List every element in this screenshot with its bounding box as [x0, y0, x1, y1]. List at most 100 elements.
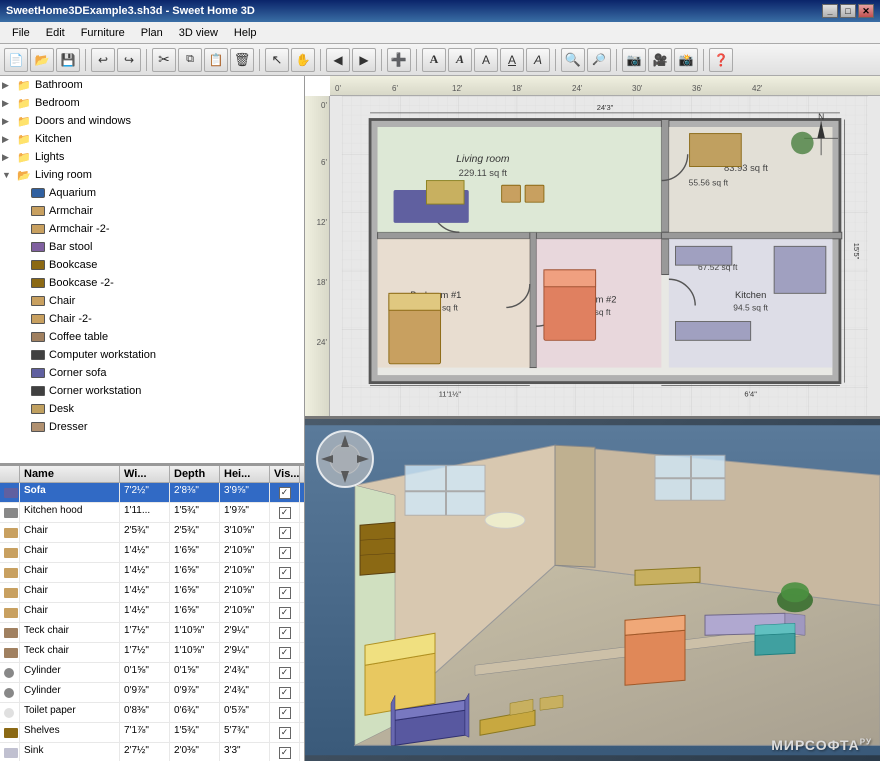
tree-item-computerws[interactable]: Computer workstation	[0, 346, 304, 364]
minimize-button[interactable]: _	[822, 4, 838, 18]
expand-icon[interactable]: ▶	[2, 116, 16, 127]
add-furniture-button[interactable]: ➕	[387, 48, 411, 72]
table-row[interactable]: Teck chair 1'7½" 1'10⅝" 2'9¼"	[0, 623, 304, 643]
text-button5[interactable]: A	[526, 48, 550, 72]
undo-button[interactable]: ↩	[91, 48, 115, 72]
window-controls[interactable]: _ □ ✕	[822, 4, 874, 18]
table-row[interactable]: Teck chair 1'7½" 1'10⅝" 2'9¼"	[0, 643, 304, 663]
furniture-table-body[interactable]: Sofa 7'2½" 2'8⅜" 3'9⅝" Kitchen hood 1'11…	[0, 483, 304, 761]
photo-button[interactable]: 🎥	[648, 48, 672, 72]
row-visible[interactable]	[270, 743, 300, 761]
table-row[interactable]: Chair 2'5¾" 2'5¾" 3'10⅝"	[0, 523, 304, 543]
zoom-out-button[interactable]: 🔎	[587, 48, 611, 72]
tree-category-livingroom[interactable]: ▼ 📂 Living room	[0, 166, 304, 184]
copy-button[interactable]: ⧉	[178, 48, 202, 72]
close-button[interactable]: ✕	[858, 4, 874, 18]
tree-category-doors[interactable]: ▶ 📁 Doors and windows	[0, 112, 304, 130]
table-row[interactable]: Cylinder 0'9⅞" 0'9⅞" 2'4¾"	[0, 683, 304, 703]
cut-button[interactable]: ✂	[152, 48, 176, 72]
row-visible[interactable]	[270, 523, 300, 542]
tree-item-coffeetable[interactable]: Coffee table	[0, 328, 304, 346]
expand-icon[interactable]: ▶	[2, 152, 16, 163]
depth-col-header[interactable]: Depth	[170, 466, 220, 482]
menu-3dview[interactable]: 3D view	[171, 25, 226, 41]
redo-button[interactable]: ↪	[117, 48, 141, 72]
table-row[interactable]: Chair 1'4½" 1'6⅝" 2'10⅝"	[0, 583, 304, 603]
visible-col-header[interactable]: Vis...	[270, 466, 300, 482]
row-visible[interactable]	[270, 683, 300, 702]
table-row[interactable]: Shelves 7'1⅞" 1'5¾" 5'7¾"	[0, 723, 304, 743]
menu-furniture[interactable]: Furniture	[73, 25, 133, 41]
tree-item-aquarium[interactable]: Aquarium	[0, 184, 304, 202]
menu-file[interactable]: File	[4, 25, 38, 41]
tree-category-lights[interactable]: ▶ 📁 Lights	[0, 148, 304, 166]
expand-icon[interactable]: ▶	[2, 80, 16, 91]
table-row[interactable]: Sofa 7'2½" 2'8⅜" 3'9⅝"	[0, 483, 304, 503]
tree-item-armchair[interactable]: Armchair	[0, 202, 304, 220]
menu-edit[interactable]: Edit	[38, 25, 73, 41]
table-row[interactable]: Chair 1'4½" 1'6⅝" 2'10⅝"	[0, 543, 304, 563]
video-button[interactable]: 📸	[674, 48, 698, 72]
delete-button[interactable]: 🗑	[230, 48, 254, 72]
camera-button[interactable]: 📷	[622, 48, 646, 72]
tree-category-kitchen[interactable]: ▶ 📁 Kitchen	[0, 130, 304, 148]
row-visible[interactable]	[270, 563, 300, 582]
zoom-in-button[interactable]: 🔍	[561, 48, 585, 72]
maximize-button[interactable]: □	[840, 4, 856, 18]
furniture-tree-scroll[interactable]: ▶ 📁 Bathroom ▶ 📁 Bedroom ▶ 📁 Doors and w…	[0, 76, 304, 463]
table-row[interactable]: Cylinder 0'1⅝" 0'1⅝" 2'4¾"	[0, 663, 304, 683]
row-visible[interactable]	[270, 583, 300, 602]
text-button4[interactable]: A	[500, 48, 524, 72]
table-row[interactable]: Toilet paper 0'8⅜" 0'6¾" 0'5⅞"	[0, 703, 304, 723]
tree-item-barstool[interactable]: Bar stool	[0, 238, 304, 256]
row-visible[interactable]	[270, 643, 300, 662]
tree-item-dresser[interactable]: Dresser	[0, 418, 304, 436]
paste-button[interactable]: 📋	[204, 48, 228, 72]
expand-icon[interactable]: ▼	[2, 170, 16, 180]
table-row[interactable]: Chair 1'4½" 1'6⅝" 2'10⅝"	[0, 563, 304, 583]
width-col-header[interactable]: Wi...	[120, 466, 170, 482]
row-visible[interactable]	[270, 603, 300, 622]
text-button1[interactable]: A	[422, 48, 446, 72]
tree-item-cornerws[interactable]: Corner workstation	[0, 382, 304, 400]
tree-item-chair[interactable]: Chair	[0, 292, 304, 310]
tree-category-bedroom[interactable]: ▶ 📁 Bedroom	[0, 94, 304, 112]
row-visible[interactable]	[270, 623, 300, 642]
expand-icon[interactable]: ▶	[2, 98, 16, 109]
tree-item-desk[interactable]: Desk	[0, 400, 304, 418]
row-visible[interactable]	[270, 543, 300, 562]
tree-item-bookcase2[interactable]: Bookcase -2-	[0, 274, 304, 292]
tree-item-bookcase[interactable]: Bookcase	[0, 256, 304, 274]
floor-plan-canvas[interactable]: Living room 229.11 sq ft 83.93 sq ft Bed…	[330, 96, 880, 416]
height-col-header[interactable]: Hei...	[220, 466, 270, 482]
menu-plan[interactable]: Plan	[133, 25, 171, 41]
prev-point-button[interactable]: ◀	[326, 48, 350, 72]
tree-item-cornersofa[interactable]: Corner sofa	[0, 364, 304, 382]
tree-item-armchair2[interactable]: Armchair -2-	[0, 220, 304, 238]
row-visible[interactable]	[270, 503, 300, 522]
floor-plan[interactable]: 0' 6' 12' 18' 24' 30' 36' 42' 0' 6' 12' …	[305, 76, 880, 419]
tree-category-bathroom[interactable]: ▶ 📁 Bathroom	[0, 76, 304, 94]
tree-item-chair2[interactable]: Chair -2-	[0, 310, 304, 328]
open-button[interactable]: 📂	[30, 48, 54, 72]
table-row[interactable]: Sink 2'7½" 2'0⅜" 3'3"	[0, 743, 304, 761]
row-visible[interactable]	[270, 723, 300, 742]
navigation-control[interactable]	[315, 429, 375, 489]
save-button[interactable]: 💾	[56, 48, 80, 72]
row-visible[interactable]	[270, 483, 300, 502]
next-point-button[interactable]: ▶	[352, 48, 376, 72]
table-row[interactable]: Kitchen hood 1'11... 1'5¾" 1'9⅞"	[0, 503, 304, 523]
row-visible[interactable]	[270, 663, 300, 682]
row-visible[interactable]	[270, 703, 300, 722]
table-row[interactable]: Chair 1'4½" 1'6⅝" 2'10⅝"	[0, 603, 304, 623]
menu-help[interactable]: Help	[226, 25, 265, 41]
pan-button[interactable]: ✋	[291, 48, 315, 72]
text-button3[interactable]: A	[474, 48, 498, 72]
expand-icon[interactable]: ▶	[2, 134, 16, 145]
new-button[interactable]: 📄	[4, 48, 28, 72]
name-col-header[interactable]: Name	[20, 466, 120, 482]
help-button[interactable]: ❓	[709, 48, 733, 72]
text-button2[interactable]: A	[448, 48, 472, 72]
select-button[interactable]: ↖	[265, 48, 289, 72]
3d-view[interactable]: МИРСОФТАРУ	[305, 419, 880, 761]
